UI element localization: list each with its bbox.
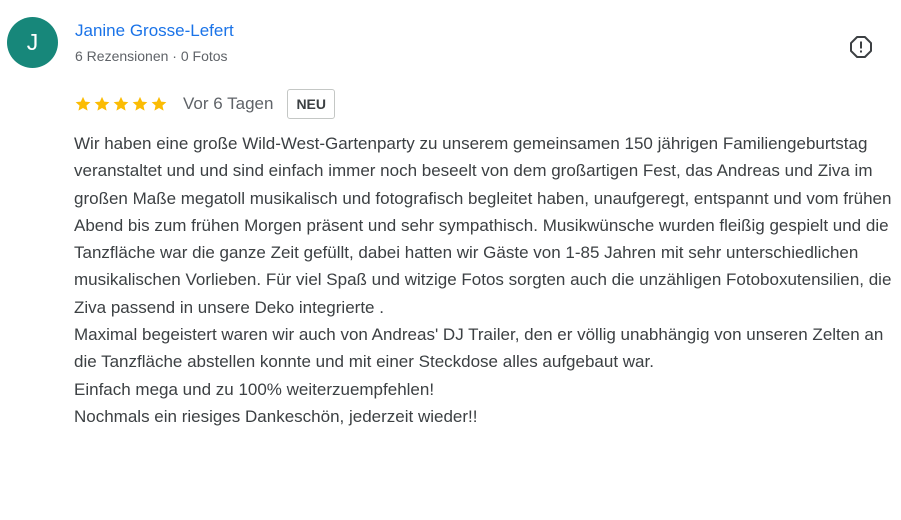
star-rating xyxy=(74,95,168,113)
rating-row: Vor 6 Tagen NEU xyxy=(74,89,335,119)
review-paragraph: Einfach mega und zu 100% weiterzuempfehl… xyxy=(74,379,435,399)
star-icon xyxy=(132,96,148,111)
review-text: Wir haben eine große Wild-West-Gartenpar… xyxy=(74,130,896,430)
star-icon xyxy=(94,96,110,111)
avatar-initial: J xyxy=(26,29,39,55)
star-icon xyxy=(151,96,167,111)
reviewer-avatar[interactable]: J xyxy=(7,17,58,68)
report-review-button[interactable] xyxy=(844,30,878,64)
review-paragraph: Nochmals ein riesiges Dankeschön, jederz… xyxy=(74,406,478,426)
star-icon xyxy=(75,96,91,111)
review-paragraph: Maximal begeistert waren wir auch von An… xyxy=(74,325,884,372)
star-icon xyxy=(113,96,129,111)
review-date: Vor 6 Tagen xyxy=(183,94,274,113)
review-paragraph: Wir haben eine große Wild-West-Gartenpar… xyxy=(74,134,892,317)
report-flag-icon xyxy=(850,36,872,58)
reviewer-meta: 6 Rezensionen · 0 Fotos xyxy=(75,48,228,64)
new-badge: NEU xyxy=(287,89,335,119)
reviewer-name-link[interactable]: Janine Grosse-Lefert xyxy=(75,21,234,41)
